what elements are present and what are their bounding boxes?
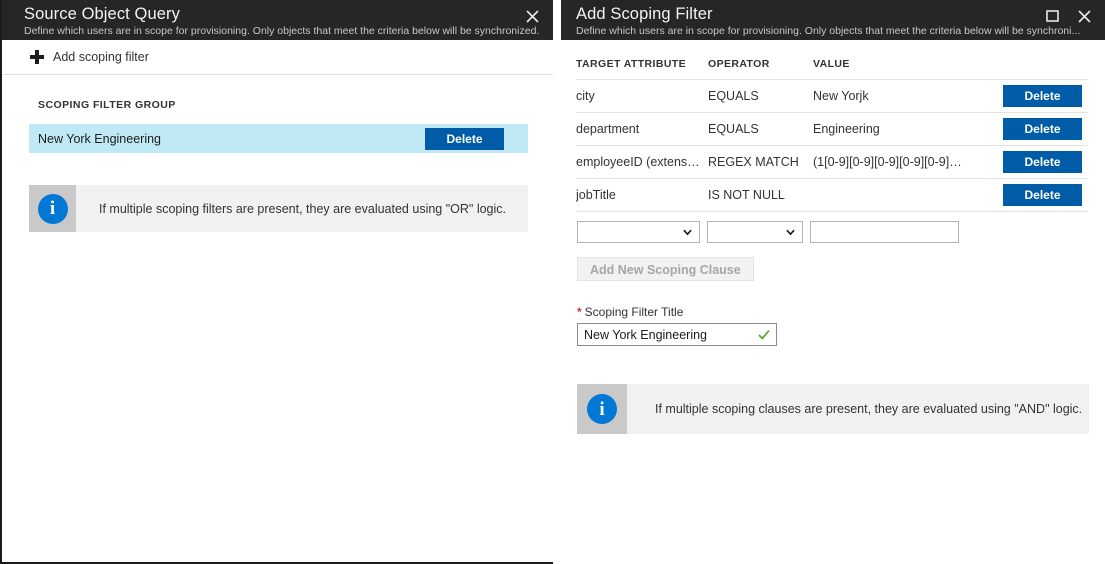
right-page-title: Add Scoping Filter	[576, 4, 1105, 24]
delete-scoping-filter-button[interactable]: Delete	[425, 128, 504, 150]
cell-operator: EQUALS	[708, 89, 813, 103]
cell-operator: IS NOT NULL	[708, 188, 813, 202]
info-icon: i	[38, 194, 68, 224]
info-icon: i	[587, 394, 617, 424]
required-marker: *	[577, 305, 582, 319]
column-header-target-attribute: TARGET ATTRIBUTE	[576, 40, 708, 80]
table-head: TARGET ATTRIBUTE OPERATOR VALUE	[576, 40, 1088, 80]
page-subtitle: Define which users are in scope for prov…	[24, 25, 553, 38]
scoping-filter-title-label-text: Scoping Filter Title	[585, 305, 684, 319]
valid-check-icon	[758, 329, 770, 341]
cell-target-attribute: city	[576, 89, 708, 103]
info-icon-container: i	[577, 384, 627, 434]
add-new-scoping-clause-button[interactable]: Add New Scoping Clause	[577, 257, 754, 281]
or-logic-info-box: i If multiple scoping filters are presen…	[29, 185, 528, 232]
column-header-operator: OPERATOR	[708, 40, 813, 80]
table-row[interactable]: jobTitle IS NOT NULL Delete	[576, 179, 1088, 212]
right-blade-header: Add Scoping Filter Define which users ar…	[561, 0, 1105, 40]
table-row[interactable]: employeeID (extension... REGEX MATCH (1[…	[576, 146, 1088, 179]
delete-clause-button[interactable]: Delete	[1003, 118, 1082, 140]
close-icon[interactable]	[1071, 5, 1097, 27]
scoping-filter-title-label: *Scoping Filter Title	[577, 305, 1105, 319]
scoping-filter-group-label: SCOPING FILTER GROUP	[2, 75, 553, 111]
source-object-query-blade: Source Object Query Define which users a…	[0, 0, 553, 564]
left-blade-header: Source Object Query Define which users a…	[2, 0, 553, 40]
table-body: city EQUALS New Yorjk Delete department …	[576, 80, 1088, 212]
delete-clause-button[interactable]: Delete	[1003, 151, 1082, 173]
cell-target-attribute: jobTitle	[576, 188, 708, 202]
add-scoping-filter-blade: Add Scoping Filter Define which users ar…	[561, 0, 1105, 564]
chevron-down-icon	[683, 228, 692, 237]
add-scoping-filter-button[interactable]: Add scoping filter	[30, 50, 149, 64]
or-logic-info-text: If multiple scoping filters are present,…	[76, 185, 506, 232]
column-header-value: VALUE	[813, 40, 970, 80]
scoping-clauses-table-wrap: TARGET ATTRIBUTE OPERATOR VALUE city EQU…	[561, 40, 1105, 212]
table-row[interactable]: department EQUALS Engineering Delete	[576, 113, 1088, 146]
scoping-filter-title-field-wrap	[577, 323, 777, 346]
new-clause-value-input[interactable]	[810, 221, 959, 243]
maximize-icon[interactable]	[1039, 5, 1065, 27]
cell-operator: REGEX MATCH	[708, 155, 813, 169]
info-icon-container: i	[29, 185, 76, 232]
page-title: Source Object Query	[24, 4, 553, 24]
app-screen: Source Object Query Define which users a…	[0, 0, 1105, 564]
right-page-subtitle: Define which users are in scope for prov…	[576, 25, 1105, 38]
chevron-down-icon	[786, 228, 795, 237]
table-header-row: TARGET ATTRIBUTE OPERATOR VALUE	[576, 40, 1088, 80]
table-row[interactable]: city EQUALS New Yorjk Delete	[576, 80, 1088, 113]
new-clause-attribute-select[interactable]	[577, 221, 700, 243]
close-icon[interactable]	[519, 5, 545, 27]
cell-value: Engineering	[813, 122, 970, 136]
scoping-clauses-table: TARGET ATTRIBUTE OPERATOR VALUE city EQU…	[576, 40, 1088, 212]
scoping-filter-title-input[interactable]	[578, 324, 776, 345]
scoping-filter-name: New York Engineering	[38, 132, 161, 146]
add-scoping-filter-label: Add scoping filter	[53, 50, 149, 64]
scoping-filter-list-item[interactable]: New York Engineering Delete	[29, 124, 528, 153]
delete-clause-button[interactable]: Delete	[1003, 85, 1082, 107]
plus-icon	[30, 50, 44, 64]
new-clause-operator-select[interactable]	[707, 221, 803, 243]
and-logic-info-text: If multiple scoping clauses are present,…	[627, 384, 1082, 434]
cell-target-attribute: department	[576, 122, 708, 136]
cell-target-attribute: employeeID (extension...	[576, 155, 708, 169]
and-logic-info-box: i If multiple scoping clauses are presen…	[577, 384, 1089, 434]
new-clause-input-row	[577, 221, 1105, 243]
delete-clause-button[interactable]: Delete	[1003, 184, 1082, 206]
column-header-actions	[970, 40, 1088, 80]
cell-operator: EQUALS	[708, 122, 813, 136]
left-blade-toolbar: Add scoping filter	[2, 40, 553, 75]
cell-value: New Yorjk	[813, 89, 970, 103]
cell-value: (1[0-9][0-9][0-9][0-9][0-9][0...	[813, 155, 970, 169]
